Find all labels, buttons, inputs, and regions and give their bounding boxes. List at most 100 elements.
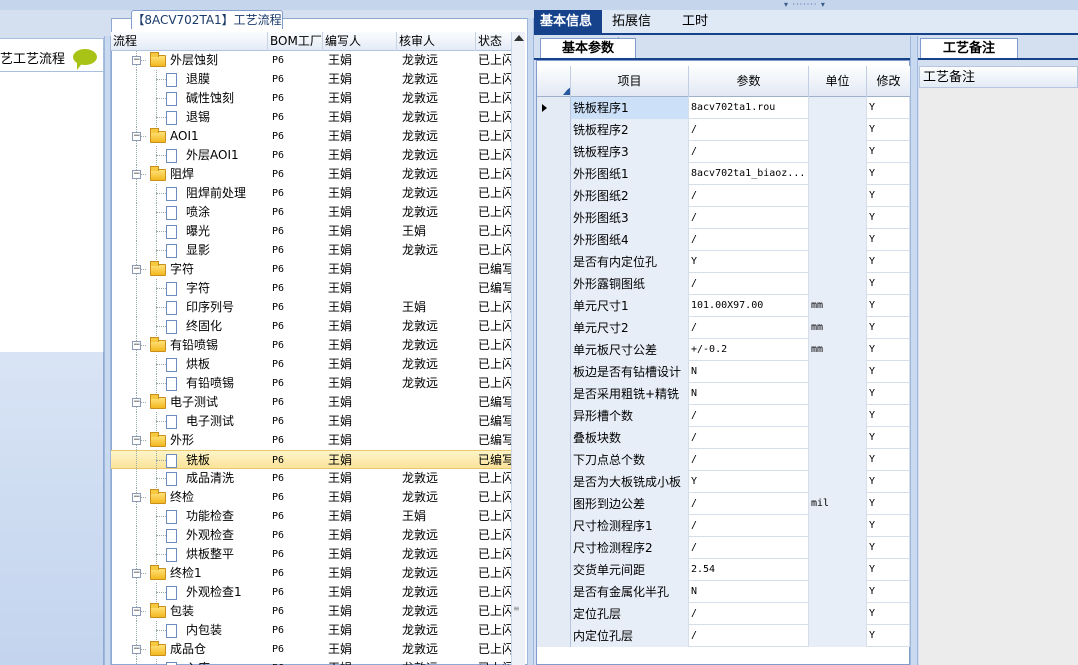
grid-unit-cell[interactable] xyxy=(809,97,867,119)
grid-unit-cell[interactable] xyxy=(809,537,867,559)
grid-item-cell[interactable]: 铣板程序3 xyxy=(571,141,689,163)
grid-item-cell[interactable]: 异形槽个数 xyxy=(571,405,689,427)
tree-group-row[interactable]: − 终检 P6 王娟 龙敦远 已上闪 xyxy=(111,488,511,507)
scroll-up-arrow-icon[interactable] xyxy=(514,35,524,41)
grid-param-cell[interactable]: / xyxy=(689,449,809,471)
grid-modify-cell[interactable]: Y xyxy=(867,317,910,339)
grid-header-param[interactable]: 参数 xyxy=(689,66,809,97)
row-indicator[interactable] xyxy=(537,427,571,449)
column-header-flow[interactable]: 流程 xyxy=(111,32,268,51)
grid-item-cell[interactable]: 叠板块数 xyxy=(571,427,689,449)
right-panel-splitter[interactable] xyxy=(910,36,918,665)
grid-row[interactable]: 外形图纸4/ Y xyxy=(537,229,910,251)
grid-modify-cell[interactable]: Y xyxy=(867,581,910,603)
grid-unit-cell[interactable] xyxy=(809,581,867,603)
grid-param-cell[interactable]: / xyxy=(689,537,809,559)
grid-param-cell[interactable]: 101.00X97.00 xyxy=(689,295,809,317)
grid-row[interactable]: 铣板程序3/ Y xyxy=(537,141,910,163)
grid-item-cell[interactable]: 单元板尺寸公差 xyxy=(571,339,689,361)
grid-unit-cell[interactable] xyxy=(809,603,867,625)
grid-param-cell[interactable]: / xyxy=(689,515,809,537)
grid-modify-cell[interactable]: Y xyxy=(867,405,910,427)
grid-modify-cell[interactable]: Y xyxy=(867,119,910,141)
tree-step-row[interactable]: 外观检查1 P6 王娟 龙敦远 已上闪 xyxy=(111,583,511,602)
grid-param-cell[interactable]: / xyxy=(689,493,809,515)
grid-modify-cell[interactable]: Y xyxy=(867,559,910,581)
grid-row[interactable]: 外形图纸1 8acv702ta1_biaoz... Y xyxy=(537,163,910,185)
row-indicator[interactable] xyxy=(537,581,571,603)
tree-step-row[interactable]: 阻焊前处理 P6 王娟 龙敦远 已上闪 xyxy=(111,184,511,203)
row-indicator[interactable] xyxy=(537,493,571,515)
remarks-body[interactable] xyxy=(919,88,1078,665)
tab-basic-info[interactable]: 基本信息 xyxy=(534,10,602,35)
grid-param-cell[interactable]: / xyxy=(689,141,809,163)
tree-group-row[interactable]: − 阻焊 P6 王娟 龙敦远 已上闪 xyxy=(111,165,511,184)
grid-modify-cell[interactable]: Y xyxy=(867,537,910,559)
grid-param-cell[interactable]: / xyxy=(689,273,809,295)
tab-basic-params[interactable]: 基本参数 xyxy=(540,38,636,59)
tree-step-row[interactable]: 碱性蚀刻 P6 王娟 龙敦远 已上闪 xyxy=(111,89,511,108)
collapse-icon[interactable]: − xyxy=(132,645,141,654)
tree-step-row[interactable]: 烘板 P6 王娟 龙敦远 已上闪 xyxy=(111,355,511,374)
tree-step-row[interactable]: 字符 P6 王娟 已编写 xyxy=(111,279,511,298)
grid-item-cell[interactable]: 外形图纸3 xyxy=(571,207,689,229)
grid-modify-cell[interactable]: Y xyxy=(867,207,910,229)
row-indicator[interactable] xyxy=(537,295,571,317)
middle-panel-splitter[interactable] xyxy=(527,18,534,665)
tree-group-row[interactable]: − 包装 P6 王娟 龙敦远 已上闪 xyxy=(111,602,511,621)
grid-row[interactable]: 铣板程序2/ Y xyxy=(537,119,910,141)
grid-row[interactable]: 单元板尺寸公差 +/-0.2 mm Y xyxy=(537,339,910,361)
grid-header-unit[interactable]: 单位 xyxy=(809,66,867,97)
grid-item-cell[interactable]: 铣板程序2 xyxy=(571,119,689,141)
grid-modify-cell[interactable]: Y xyxy=(867,603,910,625)
grid-unit-cell[interactable] xyxy=(809,405,867,427)
tree-step-row[interactable]: 外观检查 P6 王娟 龙敦远 已上闪 xyxy=(111,526,511,545)
row-indicator[interactable] xyxy=(537,97,571,119)
grid-unit-cell[interactable] xyxy=(809,449,867,471)
grid-item-cell[interactable]: 单元尺寸2 xyxy=(571,317,689,339)
tree-step-row[interactable]: 外层AOI1 P6 王娟 龙敦远 已上闪 xyxy=(111,146,511,165)
row-indicator[interactable] xyxy=(537,449,571,471)
row-indicator[interactable] xyxy=(537,515,571,537)
grid-item-cell[interactable]: 是否为大板铣成小板 xyxy=(571,471,689,493)
grid-unit-cell[interactable] xyxy=(809,207,867,229)
tree-step-row[interactable]: 入库 P6 王娟 龙敦远 已上闪 xyxy=(111,659,511,665)
row-indicator[interactable] xyxy=(537,185,571,207)
grid-item-cell[interactable]: 铣板程序1 xyxy=(571,97,689,119)
row-indicator[interactable] xyxy=(537,339,571,361)
collapse-icon[interactable]: − xyxy=(132,398,141,407)
tree-step-row[interactable]: 内包装 P6 王娟 龙敦远 已上闪 xyxy=(111,621,511,640)
collapse-icon[interactable]: − xyxy=(132,493,141,502)
grid-unit-cell[interactable] xyxy=(809,273,867,295)
tab-extended-info[interactable]: 拓展信息 xyxy=(606,10,666,53)
grid-param-cell[interactable]: / xyxy=(689,427,809,449)
row-indicator[interactable] xyxy=(537,119,571,141)
tree-step-row[interactable]: 印序列号 P6 王娟 王娟 已上闪 xyxy=(111,298,511,317)
grid-param-cell[interactable]: 8acv702ta1.rou xyxy=(689,97,809,119)
grid-param-cell[interactable]: +/-0.2 xyxy=(689,339,809,361)
row-indicator[interactable] xyxy=(537,471,571,493)
grid-item-cell[interactable]: 下刀点总个数 xyxy=(571,449,689,471)
tab-work-hours[interactable]: 工时 xyxy=(676,10,716,35)
grid-unit-cell[interactable] xyxy=(809,515,867,537)
grid-item-cell[interactable]: 板边是否有钻槽设计 xyxy=(571,361,689,383)
tab-process-remarks[interactable]: 工艺备注 xyxy=(920,38,1018,59)
grid-item-cell[interactable]: 图形到边公差 xyxy=(571,493,689,515)
grid-modify-cell[interactable]: Y xyxy=(867,97,910,119)
column-header-writer[interactable]: 编写人 xyxy=(323,32,397,51)
grid-param-cell[interactable]: N xyxy=(689,581,809,603)
grid-param-cell[interactable]: 2.54 xyxy=(689,559,809,581)
top-splitter[interactable]: ▾ ······· ▾ xyxy=(0,0,1078,10)
grid-row[interactable]: 单元尺寸2/mm Y xyxy=(537,317,910,339)
column-header-reviewer[interactable]: 核审人 xyxy=(397,32,476,51)
grid-unit-cell[interactable]: mm xyxy=(809,317,867,339)
grid-param-cell[interactable]: 8acv702ta1_biaoz... xyxy=(689,163,809,185)
grid-unit-cell[interactable] xyxy=(809,251,867,273)
grid-modify-cell[interactable]: Y xyxy=(867,493,910,515)
grid-item-cell[interactable]: 是否有金属化半孔 xyxy=(571,581,689,603)
tree-step-row[interactable]: 烘板整平 P6 王娟 龙敦远 已上闪 xyxy=(111,545,511,564)
grid-header-item[interactable]: 项目 xyxy=(571,66,689,97)
grid-row[interactable]: 异形槽个数 / Y xyxy=(537,405,910,427)
tree-step-row[interactable]: 退膜 P6 王娟 龙敦远 已上闪 xyxy=(111,70,511,89)
grid-unit-cell[interactable]: mil xyxy=(809,493,867,515)
